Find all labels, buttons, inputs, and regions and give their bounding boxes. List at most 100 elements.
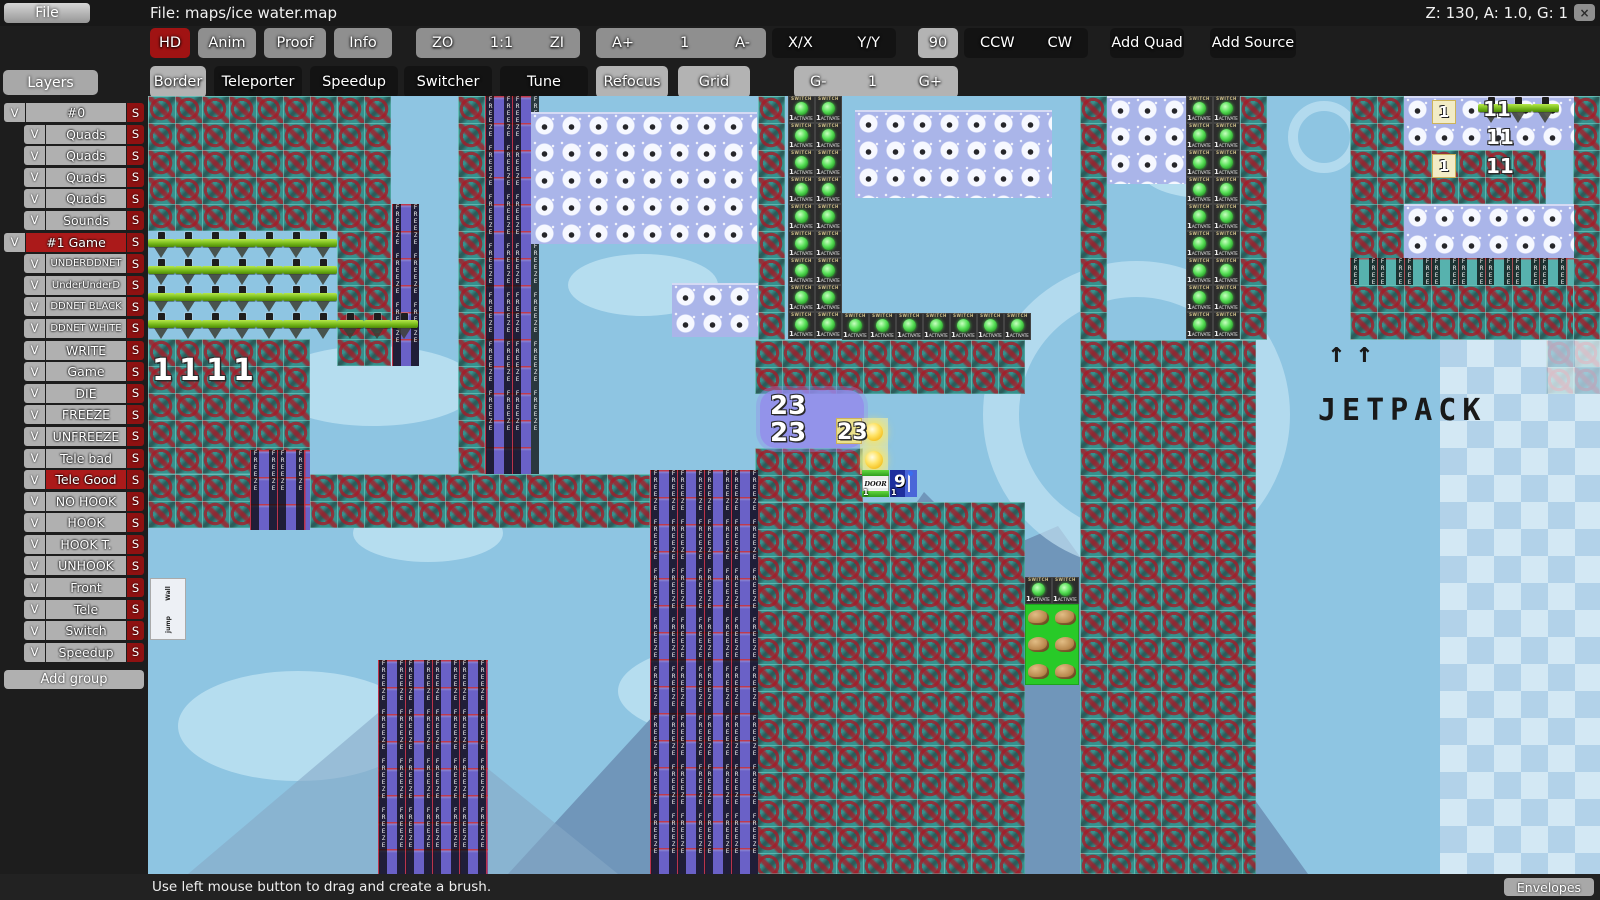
- toolbar-refocus[interactable]: Refocus: [596, 66, 668, 98]
- file-menu-button[interactable]: File: [4, 3, 90, 23]
- shadow-toggle[interactable]: S: [127, 621, 144, 640]
- layer-label[interactable]: Tele: [46, 600, 126, 619]
- shadow-toggle[interactable]: S: [127, 103, 144, 122]
- toolbar-zoom-controls[interactable]: ZO 1:1 ZI: [416, 28, 580, 58]
- visibility-toggle[interactable]: V: [24, 125, 45, 144]
- visibility-toggle[interactable]: V: [24, 405, 45, 424]
- envelopes-button[interactable]: Envelopes: [1504, 878, 1594, 896]
- visibility-toggle[interactable]: V: [24, 341, 45, 360]
- visibility-toggle[interactable]: V: [4, 233, 25, 252]
- toolbar-grid-size-segment-1[interactable]: 1: [868, 74, 877, 90]
- visibility-toggle[interactable]: V: [24, 513, 45, 532]
- visibility-toggle[interactable]: V: [24, 427, 45, 446]
- visibility-toggle[interactable]: V: [24, 535, 45, 554]
- layer-label[interactable]: Tele bad: [46, 449, 126, 468]
- toolbar-teleporter[interactable]: Teleporter: [214, 66, 302, 98]
- toolbar-flip-segment-0[interactable]: X/X: [788, 35, 813, 51]
- toolbar-hd[interactable]: HD: [150, 28, 190, 58]
- toolbar-anim[interactable]: Anim: [198, 28, 256, 58]
- toolbar-tune[interactable]: Tune: [500, 66, 588, 98]
- shadow-toggle[interactable]: S: [127, 146, 144, 165]
- shadow-toggle[interactable]: S: [127, 384, 144, 403]
- visibility-toggle[interactable]: V: [24, 276, 45, 295]
- toolbar-border[interactable]: Border: [150, 66, 206, 98]
- toolbar-add-quad[interactable]: Add Quad: [1110, 28, 1184, 58]
- visibility-toggle[interactable]: V: [24, 189, 45, 208]
- visibility-toggle[interactable]: V: [24, 643, 45, 662]
- layer-label[interactable]: Quads: [46, 146, 126, 165]
- toolbar-anim-speed-segment-0[interactable]: A+: [612, 35, 634, 51]
- shadow-toggle[interactable]: S: [127, 297, 144, 316]
- layer-label[interactable]: Quads: [46, 189, 126, 208]
- shadow-toggle[interactable]: S: [127, 405, 144, 424]
- toolbar-flip-segment-1[interactable]: Y/Y: [857, 35, 880, 51]
- visibility-toggle[interactable]: V: [24, 362, 45, 381]
- shadow-toggle[interactable]: S: [127, 556, 144, 575]
- toolbar-flip[interactable]: X/X Y/Y: [772, 28, 896, 58]
- shadow-toggle[interactable]: S: [127, 341, 144, 360]
- shadow-toggle[interactable]: S: [127, 427, 144, 446]
- shadow-toggle[interactable]: S: [127, 211, 144, 230]
- shadow-toggle[interactable]: S: [127, 233, 144, 252]
- shadow-toggle[interactable]: S: [127, 319, 144, 338]
- shadow-toggle[interactable]: S: [127, 578, 144, 597]
- visibility-toggle[interactable]: V: [24, 556, 45, 575]
- toolbar-speedup[interactable]: Speedup: [310, 66, 398, 98]
- layer-label[interactable]: UNHOOK: [46, 556, 126, 575]
- toolbar-grid[interactable]: Grid: [678, 66, 750, 98]
- toolbar-zoom-controls-segment-1[interactable]: 1:1: [490, 35, 513, 51]
- toolbar-grid-size[interactable]: G-1G+: [794, 66, 958, 98]
- visibility-toggle[interactable]: V: [24, 254, 45, 273]
- toolbar-anim-speed[interactable]: A+ 1 A-: [596, 28, 766, 58]
- add-group-button[interactable]: Add group: [4, 670, 144, 689]
- toolbar-proof[interactable]: Proof: [264, 28, 326, 58]
- toolbar-grid-size-segment-0[interactable]: G-: [810, 74, 826, 90]
- visibility-toggle[interactable]: V: [24, 297, 45, 316]
- visibility-toggle[interactable]: V: [24, 319, 45, 338]
- toolbar-anim-speed-segment-2[interactable]: A-: [735, 35, 750, 51]
- layer-label[interactable]: Sounds: [46, 211, 126, 230]
- layer-label[interactable]: #0: [26, 103, 126, 122]
- visibility-toggle[interactable]: V: [4, 103, 25, 122]
- toolbar-info[interactable]: Info: [334, 28, 392, 58]
- visibility-toggle[interactable]: V: [24, 211, 45, 230]
- visibility-toggle[interactable]: V: [24, 449, 45, 468]
- shadow-toggle[interactable]: S: [127, 492, 144, 511]
- shadow-toggle[interactable]: S: [127, 513, 144, 532]
- toolbar-rotate-segment-1[interactable]: CW: [1048, 35, 1072, 51]
- visibility-toggle[interactable]: V: [24, 168, 45, 187]
- toolbar-add-source[interactable]: Add Source: [1210, 28, 1296, 58]
- shadow-toggle[interactable]: S: [127, 189, 144, 208]
- layer-label[interactable]: FREEZE: [46, 405, 126, 424]
- layer-label[interactable]: UnderUnderD: [46, 276, 126, 295]
- visibility-toggle[interactable]: V: [24, 600, 45, 619]
- layer-label[interactable]: Front: [46, 578, 126, 597]
- toolbar-rotate[interactable]: CCW CW: [964, 28, 1088, 58]
- toolbar-anim-speed-segment-1[interactable]: 1: [680, 35, 689, 51]
- shadow-toggle[interactable]: S: [127, 643, 144, 662]
- layer-label[interactable]: Speedup: [46, 643, 126, 662]
- toolbar-rotate-segment-0[interactable]: CCW: [980, 35, 1015, 51]
- visibility-toggle[interactable]: V: [24, 621, 45, 640]
- map-canvas[interactable]: FREEZE FREEZE FREEZE FREEZE FREEZE FREEZ…: [148, 96, 1600, 874]
- layer-label[interactable]: Quads: [46, 168, 126, 187]
- layer-label[interactable]: DDNET BLACK: [46, 297, 126, 316]
- layer-label[interactable]: Game: [46, 362, 126, 381]
- shadow-toggle[interactable]: S: [127, 470, 144, 489]
- layer-label[interactable]: DDNET WHITE: [46, 319, 126, 338]
- layer-label[interactable]: #1 Game: [26, 233, 126, 252]
- shadow-toggle[interactable]: S: [127, 125, 144, 144]
- toolbar-zoom-controls-segment-0[interactable]: ZO: [432, 35, 453, 51]
- layer-label[interactable]: HOOK T.: [46, 535, 126, 554]
- toolbar-zoom-controls-segment-2[interactable]: ZI: [550, 35, 564, 51]
- shadow-toggle[interactable]: S: [127, 449, 144, 468]
- layer-label[interactable]: WRITE: [46, 341, 126, 360]
- layer-label[interactable]: UNFREEZE: [46, 427, 126, 446]
- shadow-toggle[interactable]: S: [127, 535, 144, 554]
- shadow-toggle[interactable]: S: [127, 600, 144, 619]
- toolbar-switcher[interactable]: Switcher: [404, 66, 492, 98]
- shadow-toggle[interactable]: S: [127, 168, 144, 187]
- layer-label[interactable]: UNDERDDNET: [46, 254, 126, 273]
- visibility-toggle[interactable]: V: [24, 470, 45, 489]
- visibility-toggle[interactable]: V: [24, 146, 45, 165]
